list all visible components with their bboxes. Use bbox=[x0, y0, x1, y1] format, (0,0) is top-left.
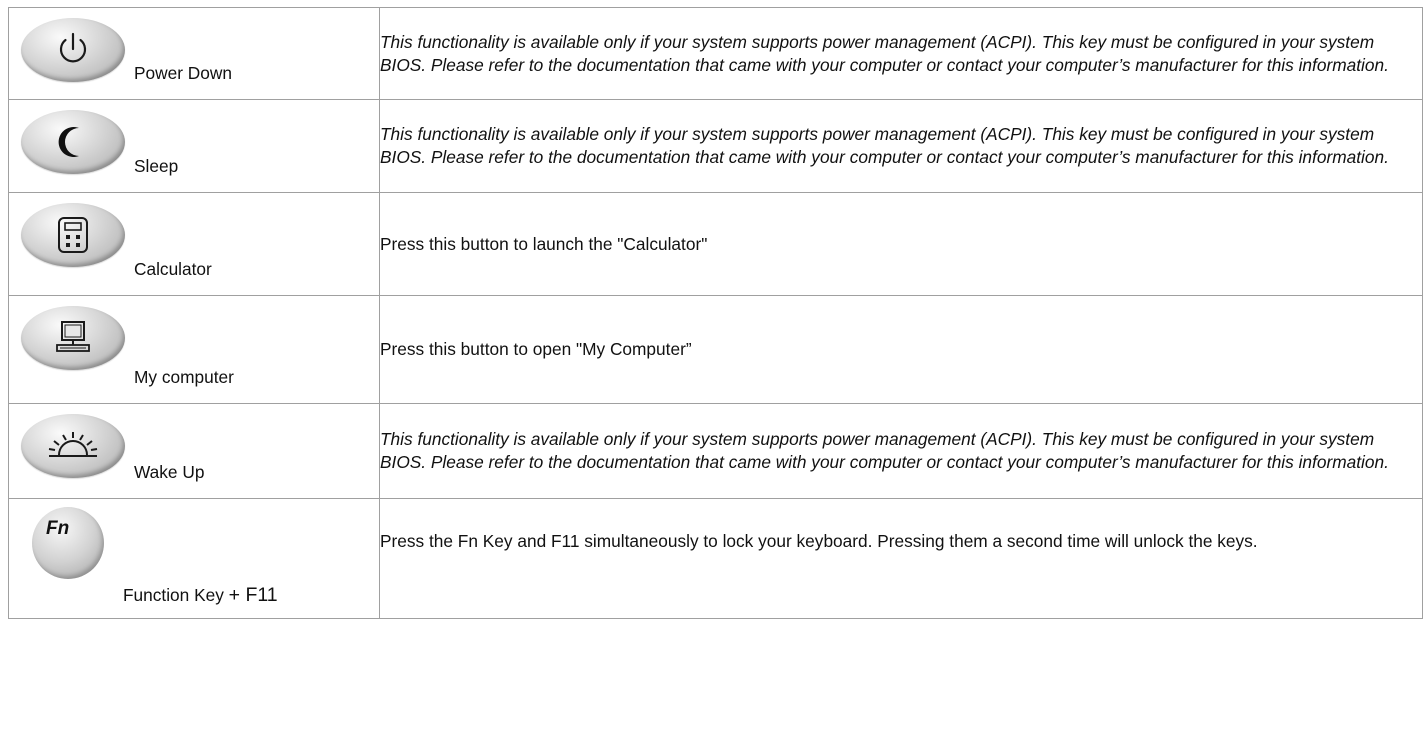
table-row: Power Down This functionality is availab… bbox=[8, 7, 1423, 100]
key-label: Sleep bbox=[134, 156, 179, 176]
key-cell: Calculator bbox=[8, 192, 380, 296]
hotkey-table: Power Down This functionality is availab… bbox=[8, 7, 1423, 619]
sunrise-icon bbox=[48, 432, 98, 457]
calculator-button bbox=[21, 203, 125, 267]
key-description: This functionality is available only if … bbox=[379, 7, 1423, 100]
key-description: Press the Fn Key and F11 simultaneously … bbox=[379, 498, 1423, 619]
key-cell: Wake Up bbox=[8, 403, 380, 499]
key-description: This functionality is available only if … bbox=[379, 403, 1423, 499]
table-row: Fn Function Key + F11 Press the Fn Key a… bbox=[8, 498, 1423, 619]
table-row: Wake Up This functionality is available … bbox=[8, 403, 1423, 499]
computer-icon bbox=[56, 321, 90, 352]
wake-up-button bbox=[21, 414, 125, 478]
key-description: This functionality is available only if … bbox=[379, 99, 1423, 193]
key-label: Power Down bbox=[134, 63, 232, 83]
fn-label-main: Function Key bbox=[123, 585, 229, 605]
key-cell: Fn Function Key + F11 bbox=[8, 498, 380, 619]
key-description: Press this button to launch the "Calcula… bbox=[379, 192, 1423, 296]
power-down-button bbox=[21, 18, 125, 82]
fn-key-text: Fn bbox=[46, 518, 70, 539]
sleep-button bbox=[21, 110, 125, 174]
key-label: My computer bbox=[134, 367, 234, 387]
calculator-icon bbox=[58, 217, 88, 253]
table-row: My computer Press this button to open "M… bbox=[8, 295, 1423, 404]
table-row: Sleep This functionality is available on… bbox=[8, 99, 1423, 193]
key-label: Calculator bbox=[134, 259, 212, 279]
key-cell: Sleep bbox=[8, 99, 380, 193]
key-label: Wake Up bbox=[134, 462, 205, 482]
key-cell: Power Down bbox=[8, 7, 380, 100]
moon-icon bbox=[58, 127, 79, 157]
fn-label-combo: + F11 bbox=[228, 584, 278, 606]
key-description: Press this button to open "My Computer” bbox=[379, 295, 1423, 404]
power-icon bbox=[59, 32, 87, 63]
key-label: Function Key + F11 bbox=[123, 584, 278, 607]
my-computer-button bbox=[21, 306, 125, 370]
table-row: Calculator Press this button to launch t… bbox=[8, 192, 1423, 296]
fn-key-icon: Fn bbox=[32, 507, 104, 579]
key-cell: My computer bbox=[8, 295, 380, 404]
